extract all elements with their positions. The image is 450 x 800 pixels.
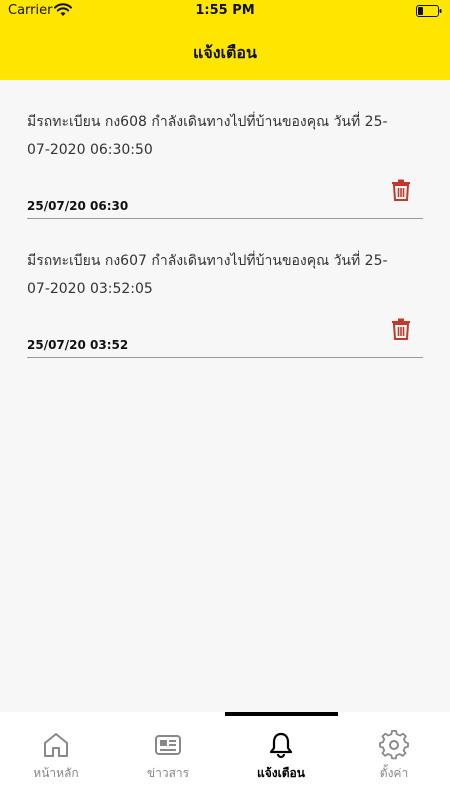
notification-list: มีรถทะเบียน กง608 กำลังเดินทางไปที่บ้านข… (0, 80, 450, 358)
tab-news[interactable]: ข่าวสาร (112, 730, 224, 790)
tab-notifications[interactable]: แจ้งเตือน (225, 730, 337, 790)
active-tab-indicator (225, 712, 338, 716)
tab-label: ข่าวสาร (146, 766, 190, 780)
header-bar: Carrier 1:55 PM แจ้งเตือน (0, 0, 450, 80)
page-title: แจ้งเตือน (193, 43, 257, 62)
trash-icon[interactable] (391, 179, 411, 201)
tab-label: ตั้งค่า (379, 766, 409, 780)
battery-icon (416, 5, 442, 17)
tab-label: หน้าหลัก (33, 766, 79, 780)
status-time: 1:55 PM (195, 3, 255, 18)
divider (27, 357, 423, 358)
tab-label: แจ้งเตือน (257, 766, 305, 780)
news-icon (155, 735, 181, 755)
notification-item[interactable]: มีรถทะเบียน กง607 กำลังเดินทางไปที่บ้านข… (27, 219, 423, 358)
notification-message: มีรถทะเบียน กง608 กำลังเดินทางไปที่บ้านข… (27, 114, 388, 158)
tab-settings[interactable]: ตั้งค่า (338, 730, 450, 790)
trash-icon[interactable] (391, 318, 411, 340)
home-icon (44, 733, 68, 757)
gear-icon (379, 730, 409, 760)
notification-item[interactable]: มีรถทะเบียน กง608 กำลังเดินทางไปที่บ้านข… (27, 80, 423, 219)
tab-home[interactable]: หน้าหลัก (0, 730, 112, 790)
notification-date: 25/07/20 06:30 (27, 199, 129, 213)
notification-date: 25/07/20 03:52 (27, 338, 129, 352)
bell-icon (269, 732, 293, 759)
tab-bar: หน้าหลัก ข่าวสาร แจ้งเตือน ตั้งค่า (0, 712, 450, 800)
status-bar: Carrier 1:55 PM (0, 0, 450, 22)
notification-message: มีรถทะเบียน กง607 กำลังเดินทางไปที่บ้านข… (27, 253, 388, 297)
